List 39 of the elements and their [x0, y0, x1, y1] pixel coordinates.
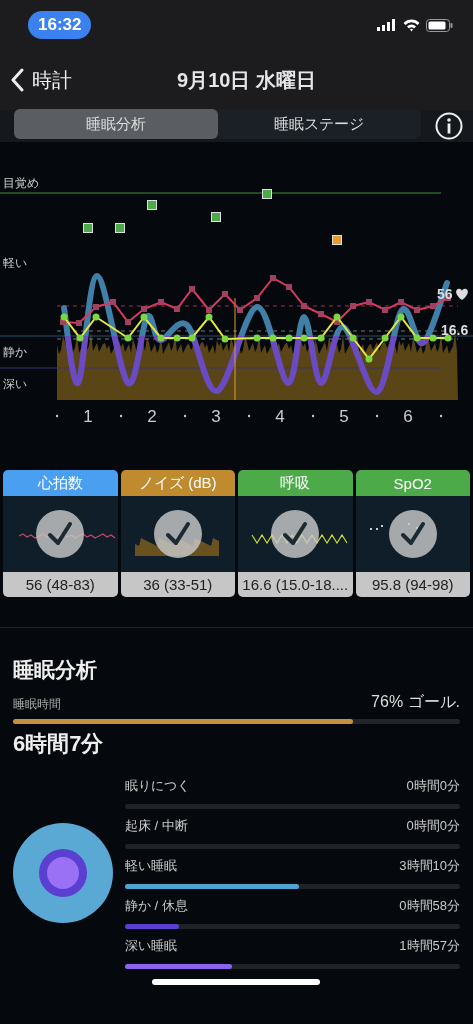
axis-label: 深い — [3, 377, 27, 391]
axis-label: 6 — [403, 407, 413, 426]
axis-label: 軽い — [3, 256, 27, 270]
status-time: 16:32 — [28, 11, 92, 39]
back-button[interactable]: 時計 — [0, 66, 72, 94]
segment-tab[interactable]: 睡眠ステージ — [217, 109, 421, 139]
stage-value: 0時間0分 — [406, 817, 460, 835]
section-title: 睡眠分析 — [13, 657, 98, 683]
stage-label: 軽い睡眠 — [125, 857, 177, 875]
stage-label: 静か / 休息 — [125, 897, 188, 915]
card-header: SpO2 — [355, 470, 470, 496]
stage-label: 眠りにつく — [125, 777, 190, 795]
axis-label: 3 — [211, 407, 221, 426]
axis-label: 2 — [147, 407, 157, 426]
stage-value: 1時間57分 — [399, 937, 460, 955]
segment-tab[interactable]: 睡眠分析 — [14, 109, 218, 139]
axis-label: 4 — [275, 407, 285, 426]
card-header: ノイズ (dB) — [120, 470, 235, 496]
card-header: 心拍数 — [3, 470, 118, 496]
heart-rate-label: 56 — [437, 286, 453, 302]
metric-value: 95.8 (94-98) — [355, 572, 470, 597]
sleep-duration: 6時間7分 — [13, 730, 105, 758]
stage-value: 0時間0分 — [406, 777, 460, 795]
axis-label: 目覚め — [3, 176, 39, 190]
axis-label: 静か — [3, 345, 27, 359]
respiration-label: 16.6 — [441, 322, 469, 338]
stage-value: 3時間10分 — [399, 857, 460, 875]
stage-label: 起床 / 中断 — [125, 817, 188, 835]
axis-label: 1 — [83, 407, 93, 426]
card-header: 呼吸 — [238, 470, 353, 496]
duration-label: 睡眠時間 — [13, 696, 61, 713]
goal-text: 76% ゴール. — [371, 692, 460, 712]
metric-value: 16.6 (15.0-18.... — [238, 572, 353, 597]
stage-value: 0時間58分 — [399, 897, 460, 915]
metric-value: 56 (48-83) — [3, 572, 118, 597]
stage-label: 深い睡眠 — [125, 937, 177, 955]
axis-label: 5 — [339, 407, 349, 426]
screen-title: 9月10日 水曜日 — [176, 68, 316, 91]
metric-value: 36 (33-51) — [120, 572, 235, 597]
